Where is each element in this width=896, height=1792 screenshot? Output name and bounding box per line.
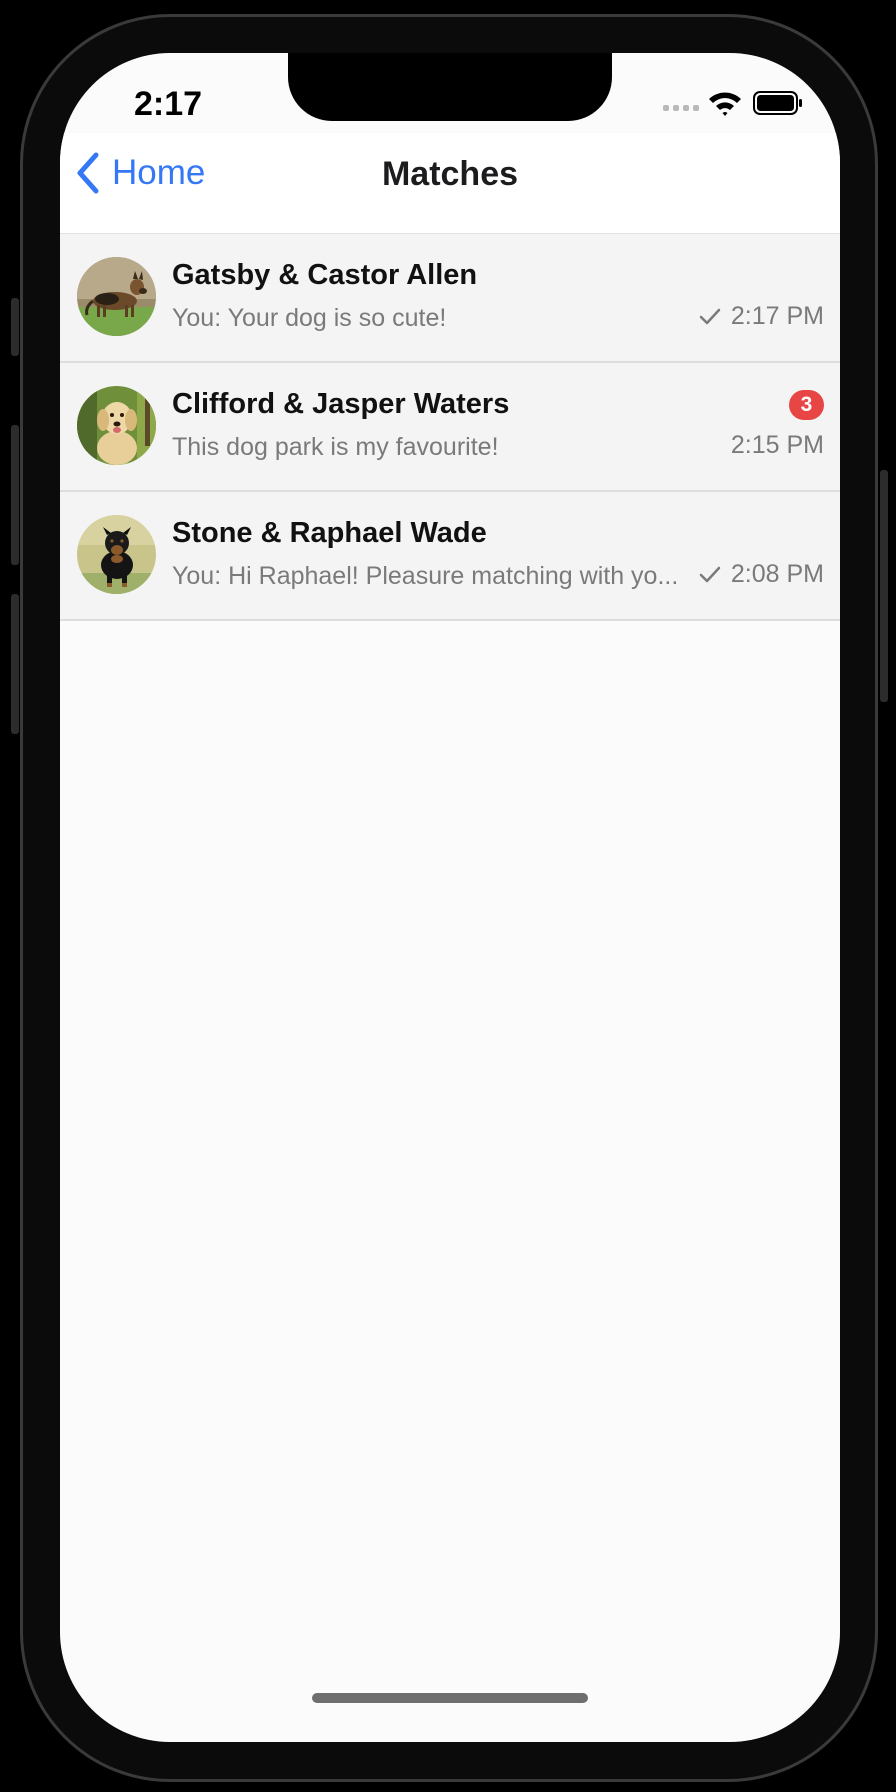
match-title: Stone & Raphael Wade bbox=[172, 517, 487, 549]
match-meta: 2:08 PM bbox=[699, 560, 824, 589]
match-preview: You: Your dog is so cute! bbox=[172, 304, 447, 332]
volume-up-button bbox=[11, 425, 19, 565]
volume-down-button bbox=[11, 594, 19, 734]
match-time: 2:17 PM bbox=[730, 302, 824, 330]
match-meta: 2:15 PM bbox=[731, 431, 824, 460]
match-meta: 2:17 PM bbox=[699, 302, 824, 331]
rottweiler-avatar bbox=[77, 515, 156, 594]
match-time: 2:08 PM bbox=[730, 560, 824, 588]
match-title: Gatsby & Castor Allen bbox=[172, 259, 478, 291]
match-time: 2:15 PM bbox=[730, 431, 824, 459]
page-title: Matches bbox=[381, 155, 519, 193]
check-icon bbox=[699, 566, 721, 582]
matches-list: Gatsby & Castor Allen You: Your dog is s… bbox=[60, 234, 840, 621]
match-preview: This dog park is my favourite! bbox=[172, 433, 499, 461]
match-row-stone-raphael[interactable]: Stone & Raphael Wade You: Hi Raphael! Pl… bbox=[60, 492, 840, 621]
unread-badge: 3 bbox=[789, 390, 824, 420]
cellular-signal-icon bbox=[663, 105, 699, 111]
home-indicator[interactable] bbox=[312, 1693, 588, 1703]
battery-icon bbox=[753, 91, 802, 115]
navigation-bar: Home Matches bbox=[60, 133, 840, 234]
german-shepherd-avatar bbox=[77, 257, 156, 336]
match-row-clifford-jasper[interactable]: Clifford & Jasper Waters This dog park i… bbox=[60, 363, 840, 492]
wifi-icon bbox=[709, 92, 741, 116]
golden-retriever-avatar bbox=[77, 386, 156, 465]
match-row-gatsby-castor[interactable]: Gatsby & Castor Allen You: Your dog is s… bbox=[60, 234, 840, 363]
mute-switch bbox=[11, 298, 19, 356]
power-button bbox=[880, 470, 888, 702]
notch bbox=[288, 53, 612, 121]
screen: 2:17 Home Matches Gatsby & Castor Allen … bbox=[60, 53, 840, 1742]
match-preview: You: Hi Raphael! Pleasure matching with … bbox=[172, 562, 679, 590]
match-title: Clifford & Jasper Waters bbox=[172, 388, 510, 420]
status-time: 2:17 bbox=[134, 85, 203, 123]
check-icon bbox=[699, 308, 721, 324]
